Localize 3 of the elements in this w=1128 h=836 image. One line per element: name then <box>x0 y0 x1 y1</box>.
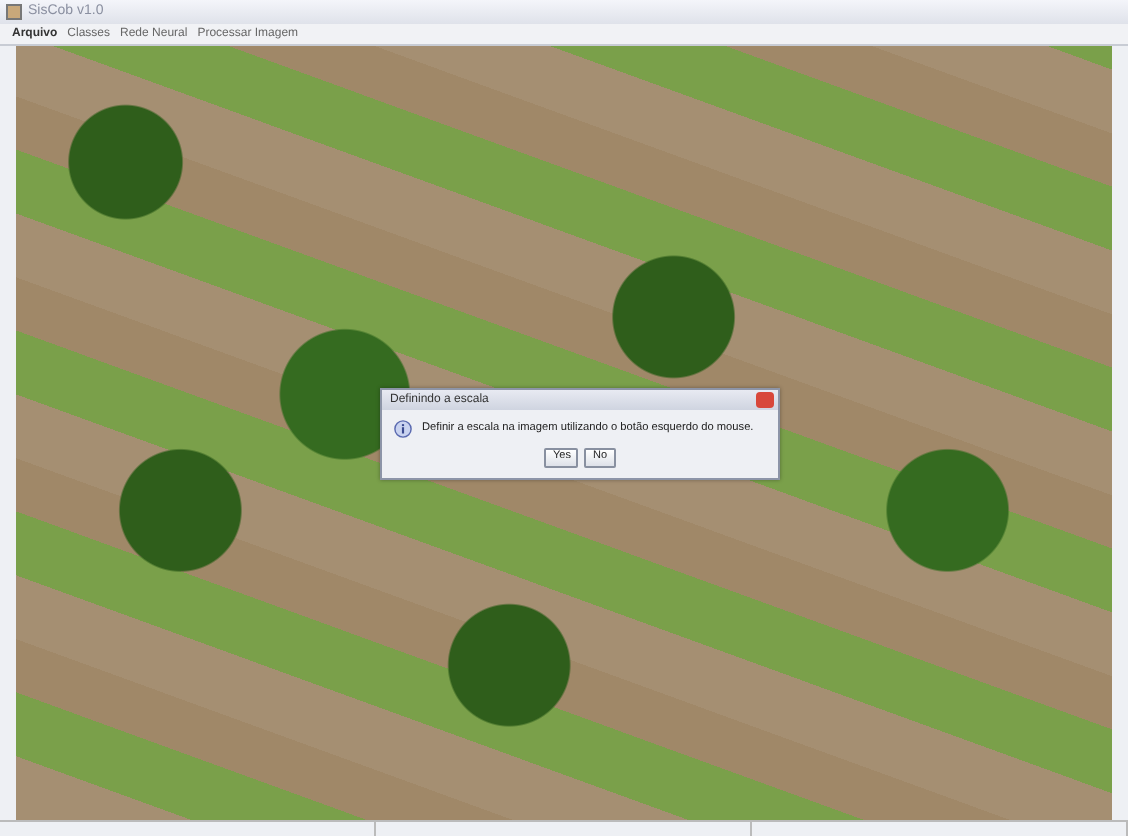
close-button[interactable] <box>756 392 774 408</box>
app-icon <box>6 4 22 20</box>
info-icon <box>394 420 412 438</box>
